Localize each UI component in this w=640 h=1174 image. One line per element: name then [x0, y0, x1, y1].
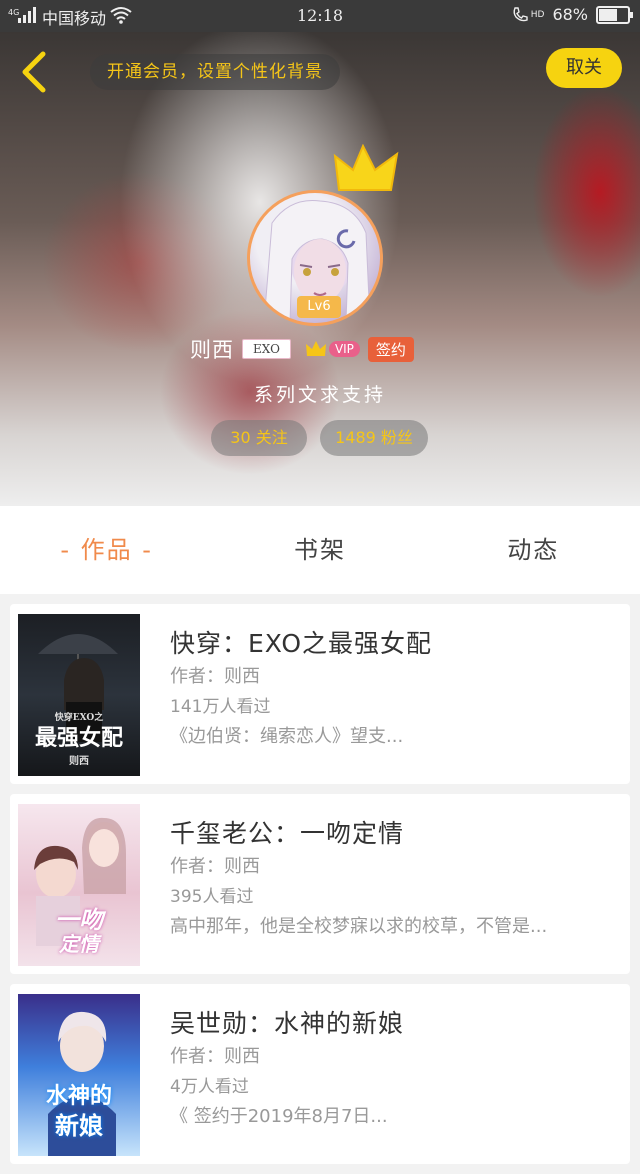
- book-cover: 快穿EXO之 最强女配 则西: [18, 614, 140, 776]
- signed-author-badge: 签约: [367, 336, 414, 362]
- book-author: 作者：则西: [170, 1046, 260, 1067]
- book-card[interactable]: 一吻 定情 千玺老公：一吻定情 作者：则西 395人看过 高中那年，他是全校梦寐…: [10, 794, 630, 974]
- book-views: 141万人看过: [170, 697, 271, 717]
- chevron-left-icon: [22, 51, 46, 93]
- tab-bookshelf[interactable]: 书架: [213, 506, 426, 594]
- user-name: 则西: [190, 338, 234, 362]
- book-views: 395人看过: [170, 887, 254, 907]
- cover-title-line-2: 定情: [59, 932, 99, 956]
- book-title: 快穿：EXO之最强女配: [170, 629, 433, 658]
- following-count[interactable]: 30 关注: [211, 420, 307, 456]
- vip-background-banner[interactable]: 开通会员，设置个性化背景: [90, 54, 340, 90]
- crown-small-icon: [305, 341, 326, 356]
- book-title: 千玺老公：一吻定情: [170, 819, 405, 848]
- crown-icon: [333, 144, 399, 191]
- cover-author: 则西: [69, 756, 89, 767]
- user-signature: 系列文求支持: [253, 384, 386, 406]
- book-description: 《 签约于2019年8月7日...: [170, 1106, 388, 1127]
- avatar-block: Lv6: [247, 144, 399, 328]
- vip-badge: VIP: [305, 340, 360, 358]
- back-button[interactable]: [14, 50, 54, 94]
- unfollow-button[interactable]: 取关: [546, 48, 622, 88]
- book-cover: 一吻 定情: [18, 804, 140, 966]
- name-row: 则西 EXO VIP 签约: [190, 334, 414, 364]
- book-views: 4万人看过: [170, 1077, 249, 1097]
- profile-header: 开通会员，设置个性化背景 取关 Lv6 则西 EXO VIP 签约 系列文求支持…: [0, 32, 640, 506]
- fans-count[interactable]: 1489 粉丝: [320, 420, 428, 456]
- book-author: 作者：则西: [170, 666, 260, 687]
- book-title: 吴世勋：水神的新娘: [170, 1009, 405, 1038]
- book-card[interactable]: 快穿EXO之 最强女配 则西 快穿：EXO之最强女配 作者：则西 141万人看过…: [10, 604, 630, 784]
- book-description: 高中那年，他是全校梦寐以求的校草，不管是...: [170, 916, 548, 937]
- profile-tabs: - 作品 - 书架 动态: [0, 506, 640, 594]
- book-card[interactable]: 水神的 新娘 吴世勋：水神的新娘 作者：则西 4万人看过 《 签约于2019年8…: [10, 984, 630, 1164]
- call-hd-icon: HD: [511, 6, 544, 24]
- cover-title: 最强女配: [34, 725, 123, 751]
- cover-title-line-2: 新娘: [55, 1111, 103, 1140]
- status-bar: 4G 中国移动 12:18 HD 68%: [0, 0, 640, 32]
- level-badge: Lv6: [297, 296, 341, 318]
- fan-group-tag[interactable]: EXO: [242, 339, 291, 359]
- tab-activity[interactable]: 动态: [427, 506, 640, 594]
- tab-works[interactable]: - 作品 -: [0, 506, 213, 594]
- book-author: 作者：则西: [170, 856, 260, 877]
- battery-percent: 68%: [552, 5, 588, 24]
- book-cover: 水神的 新娘: [18, 994, 140, 1156]
- works-list: 快穿EXO之 最强女配 则西 快穿：EXO之最强女配 作者：则西 141万人看过…: [10, 604, 630, 1174]
- battery-icon: [596, 5, 633, 24]
- book-description: 《边伯贤：绳索恋人》望支...: [170, 726, 404, 747]
